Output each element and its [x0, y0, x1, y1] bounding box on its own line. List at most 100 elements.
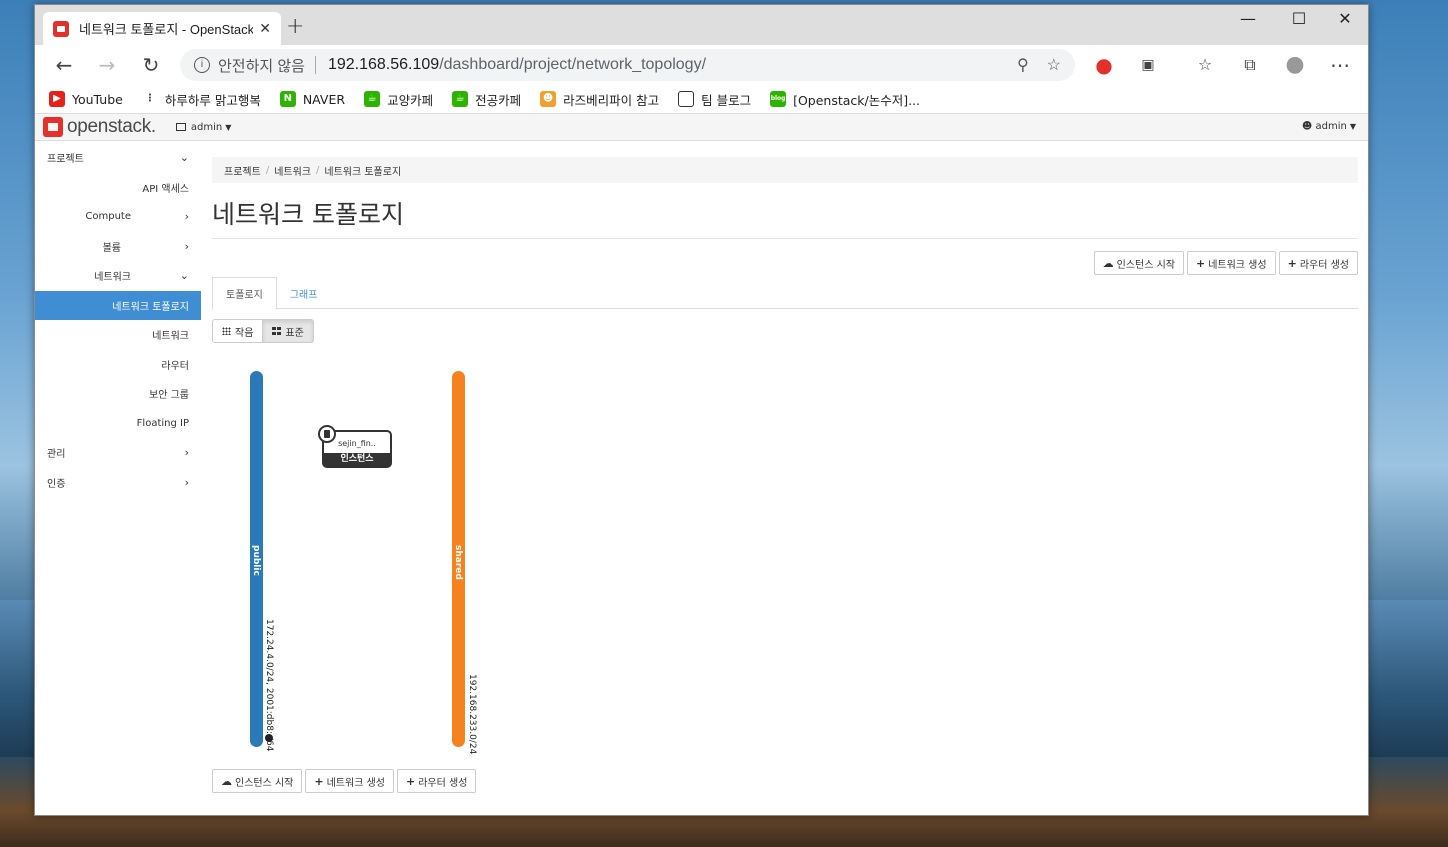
- opera-extension-icon[interactable]: ●: [1089, 53, 1119, 77]
- openstack-logo[interactable]: openstack.: [43, 116, 156, 138]
- bookmark-youtube[interactable]: ▶ YouTube: [49, 91, 123, 107]
- sidebar-label: 보안 그룹: [149, 390, 189, 402]
- project-selector[interactable]: admin ▼: [175, 122, 232, 133]
- address-bar[interactable]: i 안전하지 않음 192.168.56.109/dashboard/proje…: [180, 49, 1075, 81]
- sidebar-label: 인증: [47, 478, 66, 490]
- breadcrumb-current: 네트워크 토폴로지: [324, 166, 402, 178]
- maximize-button[interactable]: ☐: [1276, 9, 1322, 28]
- breadcrumb-separator: /: [316, 164, 320, 176]
- sidebar-item-api-access[interactable]: API 액세스: [35, 173, 201, 203]
- naver-icon: N: [279, 91, 296, 107]
- bookmark-naver[interactable]: N NAVER: [279, 91, 345, 107]
- tab-strip: 네트워크 토폴로지 - OpenStack ✕ + — ☐ ✕: [35, 5, 1368, 45]
- tab-title: 네트워크 토폴로지 - OpenStack: [79, 22, 254, 37]
- launch-instance-button-bottom[interactable]: ☁ 인스턴스 시작: [212, 769, 303, 793]
- new-tab-button[interactable]: +: [286, 14, 304, 39]
- avatar-icon: ☻: [540, 91, 557, 107]
- bookmark-label: 라즈베리파이 참고: [563, 92, 660, 108]
- network-public-label: public: [251, 545, 261, 576]
- instance-type-label: 인스턴스: [324, 453, 390, 466]
- sidebar-label: API 액세스: [142, 183, 189, 195]
- caret-down-icon: ▼: [225, 122, 232, 132]
- tab-close-icon[interactable]: ✕: [259, 21, 271, 37]
- create-network-button-bottom[interactable]: + 네트워크 생성: [305, 769, 394, 793]
- button-label: 인스턴스 시작: [1116, 259, 1175, 271]
- favorite-star-icon[interactable]: ☆: [1047, 57, 1061, 74]
- breadcrumb-network[interactable]: 네트워크: [274, 163, 311, 178]
- sidebar-label: 관리: [47, 449, 66, 461]
- caret-down-icon: ▼: [1349, 122, 1356, 131]
- size-toggle: 작음 표준: [212, 319, 314, 343]
- browser-toolbar: ← → ↻ i 안전하지 않음 192.168.56.109/dashboard…: [35, 45, 1368, 85]
- view-tabs: 토폴로지 그래프: [212, 277, 1358, 310]
- sidebar-item-networks[interactable]: 네트워크: [35, 320, 201, 350]
- create-router-button-bottom[interactable]: + 라우터 생성: [397, 769, 477, 793]
- plus-icon: +: [1195, 256, 1206, 270]
- collections-icon[interactable]: ⧉: [1235, 53, 1265, 77]
- user-name: admin: [1315, 121, 1347, 132]
- button-label: 인스턴스 시작: [235, 777, 294, 789]
- chevron-right-icon: ›: [184, 239, 189, 253]
- cloud-upload-icon: ☁: [221, 774, 232, 788]
- network-public-cidr: 172.24.4.0/24, 2001:db8::/64: [264, 619, 274, 752]
- sidebar-label: 네트워크 토폴로지: [112, 301, 189, 313]
- security-status: 안전하지 않음: [218, 57, 305, 75]
- browser-tab[interactable]: 네트워크 토폴로지 - OpenStack ✕: [43, 12, 281, 45]
- sidebar-item-admin[interactable]: 관리 ›: [35, 438, 201, 468]
- minimize-button[interactable]: —: [1225, 9, 1271, 28]
- tab-graph[interactable]: 그래프: [277, 277, 331, 309]
- user-menu[interactable]: ☻ admin ▼: [1302, 121, 1356, 132]
- create-network-button[interactable]: + 네트워크 생성: [1186, 251, 1276, 275]
- create-router-button[interactable]: + 라우터 생성: [1278, 251, 1358, 275]
- page-title: 네트워크 토폴로지: [212, 195, 1358, 239]
- instance-node[interactable]: sejin_fin.. 인스턴스: [318, 425, 392, 468]
- zoom-icon[interactable]: ⚲: [1017, 57, 1029, 74]
- sidebar-item-project[interactable]: 프로젝트 ⌄: [35, 143, 201, 173]
- project-icon: [175, 123, 186, 131]
- sidebar-label: 프로젝트: [47, 154, 84, 166]
- sidebar-label: Floating IP: [136, 417, 189, 429]
- blog-icon: blog: [770, 91, 787, 107]
- profile-avatar-icon[interactable]: ●: [1280, 53, 1310, 77]
- bookmark-blog[interactable]: ⋮ 하루하루 맑고행복: [142, 90, 261, 109]
- sidebar-item-floating-ip[interactable]: Floating IP: [35, 409, 201, 439]
- back-arrow-icon[interactable]: ←: [49, 53, 79, 77]
- normal-view-button[interactable]: 표준: [263, 319, 314, 343]
- plus-icon: +: [406, 774, 416, 788]
- tab-topology[interactable]: 토폴로지: [212, 277, 277, 310]
- sidebar-item-routers[interactable]: 라우터: [35, 350, 201, 380]
- bookmark-raspberrypi[interactable]: ☻ 라즈베리파이 참고: [540, 90, 659, 109]
- address-bar-icons: ⚲ ☆: [999, 55, 1061, 75]
- button-label: 라우터 생성: [1299, 259, 1349, 271]
- launch-instance-button[interactable]: ☁ 인스턴스 시작: [1093, 251, 1184, 275]
- sidebar-item-network[interactable]: 네트워크 ⌄: [35, 261, 201, 291]
- bookmark-team-blog[interactable]: 팀 블로그: [678, 90, 751, 109]
- favorites-list-icon[interactable]: ☆: [1190, 53, 1220, 77]
- extension-icon[interactable]: ▣: [1133, 53, 1163, 77]
- bookmark-cafe-1[interactable]: ☕ 교양카페: [364, 90, 433, 109]
- instance-name: sejin_fin..: [338, 439, 376, 448]
- breadcrumb: 프로젝트 / 네트워크 / 네트워크 토폴로지: [212, 157, 1358, 183]
- forward-arrow-icon[interactable]: →: [92, 53, 122, 77]
- openstack-header: openstack. admin ▼ ☻ admin ▼: [35, 113, 1368, 141]
- info-icon[interactable]: i: [194, 57, 210, 73]
- reload-icon[interactable]: ↻: [136, 53, 166, 77]
- chevron-right-icon: ›: [184, 475, 189, 489]
- more-menu-icon[interactable]: ⋯: [1325, 53, 1355, 77]
- sidebar-label: 네트워크: [94, 272, 131, 284]
- sidebar-item-volume[interactable]: 볼륨 ›: [35, 232, 201, 262]
- chevron-right-icon: ›: [184, 210, 189, 224]
- chevron-right-icon: ›: [184, 446, 189, 460]
- breadcrumb-project[interactable]: 프로젝트: [224, 163, 261, 178]
- sidebar-item-security-groups[interactable]: 보안 그룹: [35, 379, 201, 409]
- bookmark-openstack[interactable]: blog [Openstack/논수저]...: [770, 90, 920, 109]
- sidebar-item-network-topology[interactable]: 네트워크 토폴로지: [35, 290, 201, 320]
- grid-small-icon: [222, 327, 231, 335]
- sidebar-item-compute[interactable]: Compute ›: [35, 202, 201, 232]
- sidebar-item-identity[interactable]: 인증 ›: [35, 468, 201, 498]
- document-icon: [678, 91, 695, 107]
- bookmark-cafe-2[interactable]: ☕ 전공카페: [452, 90, 521, 109]
- close-window-button[interactable]: ✕: [1322, 9, 1368, 28]
- small-view-button[interactable]: 작음: [212, 319, 264, 343]
- url-host: 192.168.56.109: [327, 56, 440, 73]
